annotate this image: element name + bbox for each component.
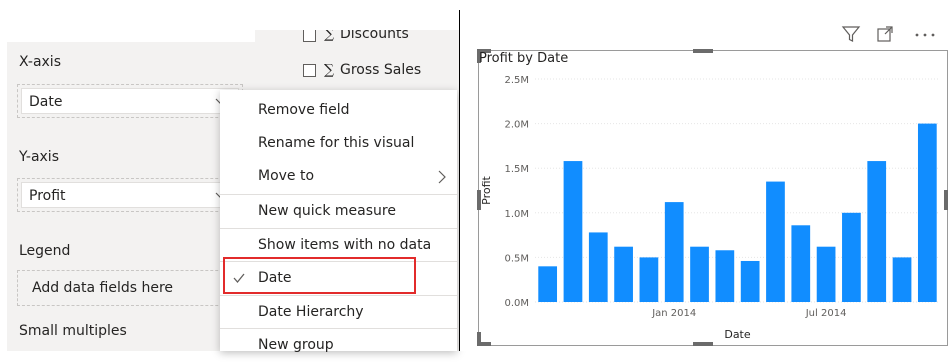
menu-item-label: Rename for this visual: [258, 135, 415, 151]
yaxis-well[interactable]: Profit: [17, 178, 243, 212]
checkbox-icon[interactable]: [303, 30, 316, 42]
chart-bar: [715, 250, 735, 302]
menu-item-date-hierarchy[interactable]: Date Hierarchy: [220, 296, 457, 329]
y-tick-label: 2.5M: [504, 75, 529, 86]
yaxis-field-value: Profit: [29, 188, 66, 204]
menu-item-label: Show items with no data: [258, 237, 432, 253]
chart-bar: [639, 257, 659, 302]
chart-bar: [917, 123, 937, 302]
chart-bar: [538, 266, 558, 302]
field-item-discounts[interactable]: ∑ Discounts: [303, 30, 409, 42]
field-wells-pane: ∑ Discounts ∑ Gross Sales X-axis Date Y-…: [0, 0, 460, 353]
xaxis-field-pill[interactable]: Date: [21, 88, 239, 114]
xaxis-well[interactable]: Date: [17, 84, 243, 118]
y-tick-label: 1.0M: [504, 209, 529, 220]
chart-bar: [892, 257, 912, 302]
y-tick-label: 2.0M: [504, 120, 529, 131]
chevron-right-icon: [438, 170, 446, 184]
menu-item-date[interactable]: Date: [220, 262, 457, 295]
chart-bar: [664, 202, 684, 302]
menu-item-label: New quick measure: [258, 203, 396, 219]
field-item-label: Gross Sales: [340, 62, 422, 78]
menu-item-label: Date: [258, 270, 292, 286]
x-axis-title: Date: [724, 328, 751, 341]
legend-placeholder: Add data fields here: [32, 280, 174, 296]
menu-item-label: Remove field: [258, 102, 350, 118]
small-multiples-well-label: Small multiples: [19, 323, 127, 339]
xaxis-field-value: Date: [29, 94, 63, 110]
chart-bar: [791, 225, 811, 302]
menu-item-label: Move to: [258, 168, 315, 184]
field-item-label: Discounts: [340, 30, 409, 42]
menu-item-show-items-no-data[interactable]: Show items with no data: [220, 229, 457, 262]
chart-bar: [867, 161, 887, 302]
x-tick-label: Jul 2014: [805, 308, 847, 319]
checkmark-icon: [233, 273, 245, 284]
yaxis-well-label: Y-axis: [19, 149, 59, 165]
x-tick-label: Jan 2014: [651, 308, 696, 319]
sigma-icon: ∑: [324, 62, 334, 78]
field-item-gross-sales[interactable]: ∑ Gross Sales: [303, 60, 421, 80]
checkbox-icon[interactable]: [303, 63, 316, 77]
menu-item-label: Date Hierarchy: [258, 304, 364, 320]
menu-item-new-group[interactable]: New group: [220, 329, 457, 362]
menu-item-move-to[interactable]: Move to: [220, 160, 457, 193]
sigma-icon: ∑: [324, 30, 334, 42]
chart-bar: [766, 181, 785, 302]
y-tick-label: 0.0M: [504, 298, 529, 309]
legend-well[interactable]: Add data fields here: [17, 270, 243, 306]
chart-bar: [740, 260, 760, 302]
xaxis-well-label: X-axis: [19, 54, 61, 70]
menu-item-remove-field[interactable]: Remove field: [220, 94, 457, 127]
y-tick-label: 0.5M: [504, 253, 529, 264]
bar-chart: 0.0M 0.5M 1.0M 1.5M 2.0M 2.5M Jan 2014 Jul 2014…: [480, 75, 940, 341]
chart-bar: [842, 212, 861, 302]
chart-visual[interactable]: Profit by Date 0.0M 0.5M 1.0M 1.5M 2.0M 2.5M J…: [460, 0, 950, 351]
field-context-menu: Remove field Rename for this visual Move…: [220, 90, 457, 353]
chart-bar: [563, 161, 583, 302]
menu-item-new-quick-measure[interactable]: New quick measure: [220, 195, 457, 228]
menu-item-rename[interactable]: Rename for this visual: [220, 127, 457, 160]
chart-bar: [690, 246, 709, 302]
legend-well-label: Legend: [19, 243, 71, 259]
y-axis-title: Profit: [480, 175, 493, 204]
yaxis-field-pill[interactable]: Profit: [21, 182, 239, 208]
chart-bar: [588, 232, 608, 302]
y-tick-label: 1.5M: [504, 164, 529, 175]
chart-bar: [614, 246, 633, 302]
chart-bar: [816, 246, 836, 302]
